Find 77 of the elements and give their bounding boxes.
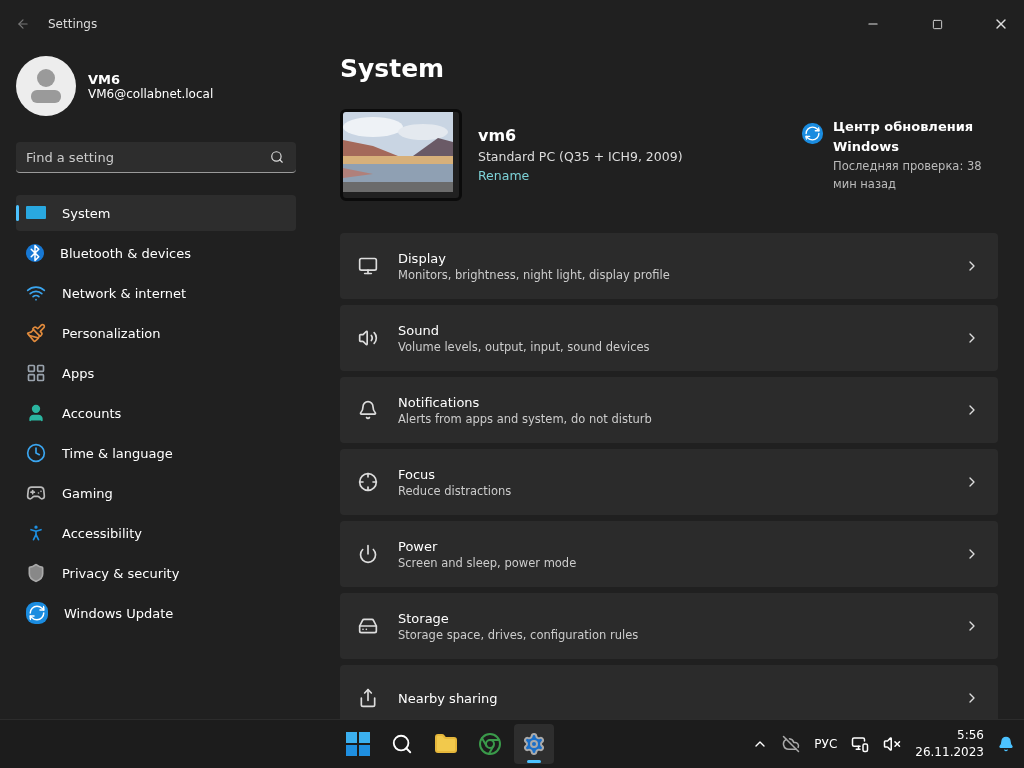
monitor-icon	[26, 205, 46, 221]
settings-card[interactable]: Focus Reduce distractions	[340, 449, 998, 515]
update-icon	[26, 602, 48, 624]
muted-speaker-icon[interactable]	[883, 735, 902, 753]
nav-item[interactable]: System	[16, 195, 296, 231]
nav-item[interactable]: Accessibility	[16, 515, 296, 551]
power-icon	[358, 544, 378, 564]
card-subtitle: Volume levels, output, input, sound devices	[398, 339, 651, 354]
folder-icon	[434, 732, 459, 756]
bluetooth-icon	[26, 244, 44, 262]
card-subtitle: Reduce distractions	[398, 483, 513, 498]
shield-icon	[26, 563, 46, 583]
speaker-icon	[358, 328, 378, 348]
update-status: Последняя проверка: 38 мин назад	[833, 158, 983, 193]
card-title: Storage	[398, 610, 450, 626]
card-title: Power	[398, 538, 439, 554]
active-indicator	[527, 760, 542, 763]
rename-link[interactable]: Rename	[478, 168, 530, 183]
update-title[interactable]: Центр обновления Windows	[833, 117, 998, 157]
drive-icon	[358, 616, 378, 636]
card-title: Sound	[398, 322, 440, 338]
nav-item[interactable]: Bluetooth & devices	[16, 235, 296, 271]
cloud-off-icon[interactable]	[782, 735, 801, 753]
nav-item[interactable]: Apps	[16, 355, 296, 391]
device-name: vm6	[478, 126, 518, 145]
account-name: VM6	[88, 71, 122, 87]
search-icon	[270, 150, 284, 164]
card-subtitle: Monitors, brightness, night light, display profile	[398, 267, 671, 282]
settings-card[interactable]: Sound Volume levels, output, input, sound devices	[340, 305, 998, 371]
clock-globe-icon	[26, 443, 46, 463]
settings-card[interactable]: Notifications Alerts from apps and system, do not disturb	[340, 377, 998, 443]
nav-item[interactable]: Gaming	[16, 475, 296, 511]
page-title: System	[340, 54, 446, 83]
language-indicator[interactable]: РУС	[814, 737, 838, 751]
search-icon	[391, 733, 414, 755]
card-subtitle: Storage space, drives, configuration rules	[398, 627, 640, 642]
card-title: Nearby sharing	[398, 690, 499, 706]
wifi-icon	[26, 283, 46, 303]
back-icon[interactable]	[16, 17, 30, 31]
window-title: Settings	[48, 17, 99, 31]
paintbrush-icon	[26, 323, 46, 343]
apps-icon	[26, 363, 46, 383]
bell-icon[interactable]	[998, 736, 1014, 752]
card-title: Notifications	[398, 394, 481, 410]
nav-item[interactable]: Network & internet	[16, 275, 296, 311]
bell-icon	[358, 400, 378, 420]
taskbar-app[interactable]	[514, 724, 555, 764]
person-icon	[26, 403, 46, 423]
nav-item[interactable]: Personalization	[16, 315, 296, 351]
card-subtitle: Alerts from apps and system, do not disturb	[398, 411, 653, 426]
share-icon	[358, 688, 378, 708]
card-subtitle: Screen and sleep, power mode	[398, 555, 578, 570]
card-title: Display	[398, 250, 447, 266]
browser-icon	[478, 732, 503, 756]
settings-card[interactable]: Nearby sharing	[340, 665, 998, 719]
start-icon	[346, 732, 371, 756]
nav-item[interactable]: Accounts	[16, 395, 296, 431]
account-email: VM6@collabnet.local	[88, 86, 214, 101]
gear-icon	[522, 732, 547, 756]
nav-item[interactable]: Privacy & security	[16, 555, 296, 591]
device-model: Standard PC (Q35 + ICH9, 2009)	[478, 149, 683, 164]
selection-indicator	[16, 205, 19, 221]
search-field[interactable]: Find a setting	[16, 142, 296, 173]
settings-card[interactable]: Display Monitors, brightness, night light, display profile	[340, 233, 998, 299]
clock[interactable]: 5:56 26.11.2023	[915, 727, 984, 761]
settings-card[interactable]: Storage Storage space, drives, configuration rules	[340, 593, 998, 659]
settings-card[interactable]: Power Screen and sleep, power mode	[340, 521, 998, 587]
focus-icon	[358, 472, 378, 492]
gamepad-icon	[26, 483, 46, 503]
monitor-icon	[358, 256, 378, 276]
restore-icon	[931, 18, 943, 30]
nav-item[interactable]: Time & language	[16, 435, 296, 471]
person-icon	[31, 69, 61, 103]
card-title: Focus	[398, 466, 437, 482]
update-icon	[802, 123, 823, 144]
network-icon[interactable]	[851, 735, 870, 753]
nav-item[interactable]: Windows Update	[16, 595, 296, 631]
